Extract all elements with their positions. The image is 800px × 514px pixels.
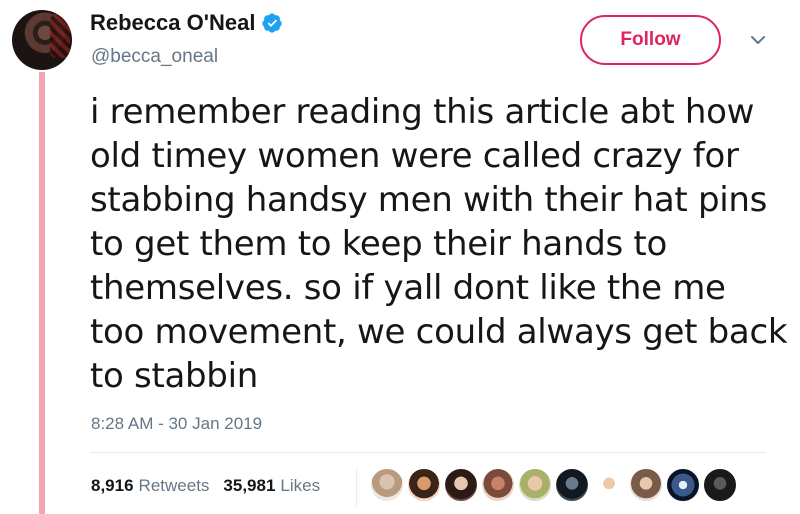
retweets-stat[interactable]: 8,916 Retweets <box>91 476 209 496</box>
liker-avatar[interactable] <box>555 468 589 502</box>
tweet-text: i remember reading this article abt how … <box>90 90 790 398</box>
user-handle[interactable]: @becca_oneal <box>91 46 218 68</box>
retweets-label: Retweets <box>138 476 210 495</box>
liker-avatar[interactable] <box>629 468 663 502</box>
tweet-line: i remember reading this article abt how <box>90 92 755 132</box>
author-name-row: Rebecca O'Neal <box>90 10 283 36</box>
avatar[interactable] <box>12 10 72 70</box>
thread-line <box>39 72 45 514</box>
likes-count: 35,981 <box>223 476 276 495</box>
liker-avatar[interactable] <box>518 468 552 502</box>
engagement-stats: 8,916 Retweets 35,981 Likes <box>91 476 334 496</box>
liker-avatars <box>370 468 740 504</box>
tweet-timestamp[interactable]: 8:28 AM - 30 Jan 2019 <box>91 414 262 434</box>
liker-avatar[interactable] <box>703 468 737 502</box>
retweets-count: 8,916 <box>91 476 134 495</box>
liker-avatar[interactable] <box>370 468 404 502</box>
chevron-down-icon[interactable] <box>748 30 768 50</box>
divider <box>90 452 766 453</box>
likes-label: Likes <box>280 476 321 495</box>
liker-avatar[interactable] <box>481 468 515 502</box>
liker-avatar[interactable] <box>666 468 700 502</box>
tweet-line: old timey women were called crazy for <box>90 136 739 176</box>
liker-avatar[interactable] <box>407 468 441 502</box>
display-name[interactable]: Rebecca O'Neal <box>90 10 255 36</box>
verified-badge-icon <box>261 12 283 34</box>
stats-separator <box>356 468 357 506</box>
tweet-line: to get them to keep their hands to <box>90 224 667 264</box>
likes-stat[interactable]: 35,981 Likes <box>223 476 320 496</box>
tweet-line: to stabbin <box>90 356 258 396</box>
tweet-line: stabbing handsy men with their hat pins <box>90 180 768 220</box>
liker-avatar[interactable] <box>592 468 626 502</box>
liker-avatar[interactable] <box>444 468 478 502</box>
follow-button[interactable]: Follow <box>580 15 721 65</box>
tweet-line: themselves. so if yall dont like the me <box>90 268 726 308</box>
tweet-line: too movement, we could always get back <box>90 312 788 352</box>
